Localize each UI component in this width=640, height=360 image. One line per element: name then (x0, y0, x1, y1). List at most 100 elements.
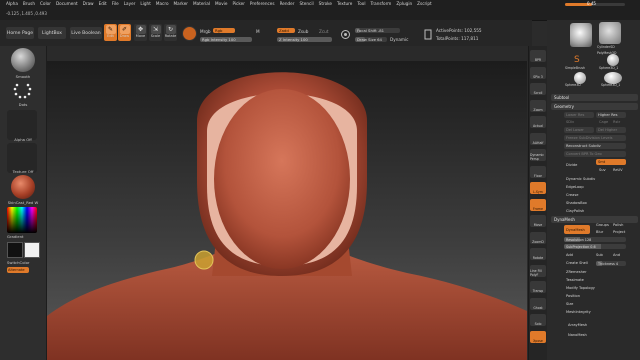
geometry-section[interactable]: Geometry (551, 103, 638, 110)
blur-button[interactable]: Blur (596, 230, 603, 234)
dynamesh-button[interactable]: DynaMesh (564, 225, 590, 234)
shadowbox-button[interactable]: ShadowBox (566, 201, 587, 205)
and-button[interactable]: And (613, 253, 620, 257)
del-higher-button[interactable]: Del Higher (596, 127, 626, 133)
project-button[interactable]: Project (613, 230, 625, 234)
del-lower-button[interactable]: Del Lower (564, 127, 594, 133)
canvas-viewport[interactable] (47, 61, 527, 360)
create-shell-button[interactable]: Create Shell (566, 261, 588, 265)
position-button[interactable]: Position (566, 294, 580, 298)
shelf-button-transp[interactable]: Transp (530, 281, 546, 293)
menu-item-picker[interactable]: Picker (232, 1, 244, 6)
groups-button[interactable]: Groups (596, 223, 609, 227)
shelf-button-xpose[interactable]: Xpose (530, 330, 546, 343)
alpha-thumbnail[interactable] (7, 110, 37, 140)
size-button[interactable]: Size (566, 302, 573, 306)
shelf-button-bpr[interactable]: BPR (530, 50, 546, 62)
smooth-brush-thumbnail[interactable] (11, 48, 35, 72)
current-tool-thumbnail[interactable] (570, 23, 592, 47)
nanomesh-section[interactable]: NanoMesh (568, 333, 587, 337)
tool-cylinder-thumbnail[interactable] (599, 22, 621, 44)
shelf-button-actual[interactable]: Actual (530, 116, 546, 128)
menu-item-transform[interactable]: Transform (370, 1, 391, 6)
menu-item-preferences[interactable]: Preferences (250, 1, 275, 6)
scale-button[interactable]: ⇲ Scale (149, 24, 162, 41)
crease-button[interactable]: Crease (566, 193, 578, 197)
thickness-slider[interactable]: Thickness 4 (596, 261, 626, 266)
reconstruct-subdiv-button[interactable]: Reconstruct Subdiv (564, 143, 626, 149)
lower-res-button[interactable]: Lower Res (564, 112, 594, 118)
meshintegrity-button[interactable]: MeshIntegrity (566, 310, 591, 314)
shelf-button-frame[interactable]: Frame (530, 198, 546, 211)
stroke-dots-icon[interactable] (12, 81, 34, 101)
rgb-intensity-slider[interactable]: Rgb Intensity 100 (200, 37, 252, 42)
edit-button[interactable]: ✎ Edit (104, 24, 117, 41)
sub-button[interactable]: Sub (596, 253, 603, 257)
lightbox-button[interactable]: LightBox (38, 27, 66, 39)
shelf-button-solo[interactable]: Solo (530, 314, 546, 326)
menu-item-alpha[interactable]: Alpha (6, 1, 18, 6)
main-color-swatch[interactable] (24, 242, 40, 258)
rstr-button[interactable]: Rstr (613, 120, 620, 124)
shelf-button-line-fill-polyf[interactable]: Line Fill PolyF (530, 264, 546, 277)
reuv-button[interactable]: ReUV (613, 168, 623, 172)
move-button[interactable]: ✥ Move (134, 24, 147, 41)
m-button[interactable]: M (256, 29, 260, 34)
alternate-button[interactable]: Alternate (7, 267, 29, 273)
menu-item-zscript[interactable]: Zscript (417, 1, 432, 6)
shelf-button-move[interactable]: Move (530, 215, 546, 227)
dynamic-button[interactable]: Dynamic (390, 37, 408, 42)
top-right-slider[interactable]: 0.45 (565, 1, 629, 8)
menu-item-tool[interactable]: Tool (357, 1, 365, 6)
live-boolean-button[interactable]: Live Boolean (70, 27, 102, 39)
shelf-button-zoomd[interactable]: ZoomD (530, 231, 546, 244)
menu-item-document[interactable]: Document (56, 1, 78, 6)
zadd-button[interactable]: Zadd (277, 28, 295, 33)
dynamesh-section[interactable]: DynaMesh (551, 216, 638, 223)
z-intensity-slider[interactable]: Z Intensity 100 (277, 37, 332, 42)
shelf-button-spix-3[interactable]: SPix 3 (530, 66, 546, 79)
sphere3d-thumbnail[interactable] (607, 54, 619, 66)
zremesher-button[interactable]: ZRemesher (566, 270, 587, 274)
draw-button[interactable]: ✐ Draw (118, 24, 131, 41)
higher-res-button[interactable]: Higher Res (596, 112, 626, 118)
color-picker[interactable] (7, 207, 37, 233)
modify-topology-button[interactable]: Modify Topology (566, 286, 595, 290)
menu-item-render[interactable]: Render (280, 1, 295, 6)
claypolish-button[interactable]: ClayPolish (566, 209, 584, 213)
menu-item-brush[interactable]: Brush (23, 1, 35, 6)
menu-item-zplugin[interactable]: Zplugin (396, 1, 412, 6)
polish-button[interactable]: Polish (613, 223, 623, 227)
menu-item-macro[interactable]: Macro (156, 1, 169, 6)
subprojection-slider[interactable]: SubProjection 0.6 (564, 244, 626, 249)
rgb-button[interactable]: Rgb (213, 28, 235, 33)
smt-button[interactable]: Smt (596, 159, 626, 165)
simplebrush-icon[interactable]: S (574, 55, 586, 65)
menu-item-texture[interactable]: Texture (337, 1, 352, 6)
secondary-color-swatch[interactable] (7, 242, 23, 258)
focal-shift-slider[interactable]: Focal Shift -81 (355, 28, 400, 33)
resolution-slider[interactable]: Resolution 128 (564, 237, 626, 242)
draw-size-slider[interactable]: Draw Size 64 (355, 37, 387, 42)
shelf-button-scroll[interactable]: Scroll (530, 83, 546, 95)
shelf-button-l-sym[interactable]: L.Sym (530, 182, 546, 194)
material-sphere-icon[interactable] (182, 26, 197, 41)
convert-bpr-button[interactable]: Convert BPR To Geo (564, 151, 626, 157)
menu-item-light[interactable]: Light (140, 1, 150, 6)
material-thumbnail[interactable] (11, 175, 35, 199)
shelf-button-floor[interactable]: Floor (530, 165, 546, 178)
menu-item-file[interactable]: File (112, 1, 119, 6)
shelf-button-rotate[interactable]: Rotate (530, 248, 546, 260)
zsub-button[interactable]: Zsub (298, 29, 308, 34)
cage-button[interactable]: Cage (599, 120, 608, 124)
add-button[interactable]: Add (566, 253, 573, 257)
menu-item-layer[interactable]: Layer (124, 1, 136, 6)
menu-item-marker[interactable]: Marker (174, 1, 188, 6)
rotate-button[interactable]: ↻ Rotate (164, 24, 177, 41)
shelf-button-zoom[interactable]: Zoom (530, 99, 546, 112)
tessimate-button[interactable]: Tessimate (566, 278, 584, 282)
menu-item-movie[interactable]: Movie (215, 1, 227, 6)
shelf-button-aahalf[interactable]: AAHalf (530, 132, 546, 145)
menu-item-color[interactable]: Color (40, 1, 51, 6)
edgeloop-button[interactable]: EdgeLoop (566, 185, 584, 189)
